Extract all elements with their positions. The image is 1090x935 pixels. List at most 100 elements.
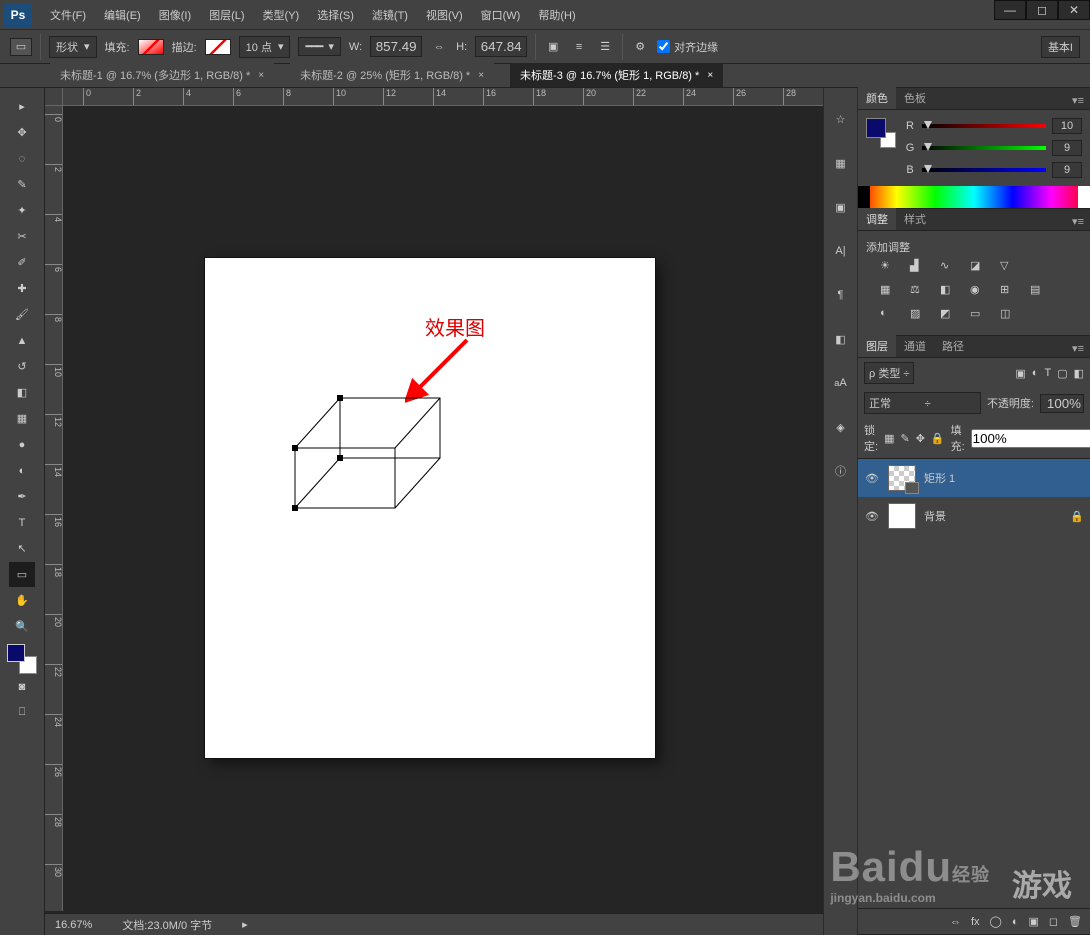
stroke-width[interactable]: 10 点▾ [239, 36, 291, 58]
link-layers-icon[interactable]: ⇔ [950, 916, 961, 928]
r-value[interactable]: 10 [1052, 118, 1082, 134]
curves-icon[interactable]: ∿ [940, 259, 960, 275]
visibility-icon[interactable]: 👁 [864, 472, 880, 485]
document-tab[interactable]: 未标题-2 @ 25% (矩形 1, RGB/8) *× [290, 63, 494, 87]
exposure-icon[interactable]: ◪ [970, 259, 990, 275]
align-edges-checkbox[interactable]: 对齐边缘 [657, 39, 718, 55]
threshold-icon[interactable]: ◩ [940, 307, 960, 323]
path-select-tool[interactable]: ↖ [9, 536, 35, 561]
status-arrow-icon[interactable]: ▸ [242, 918, 248, 931]
path-align-icon[interactable]: ≡ [570, 38, 588, 56]
move-tool[interactable]: ✥ [9, 120, 35, 145]
zoom-tool[interactable]: 🔍 [9, 614, 35, 639]
eraser-tool[interactable]: ◧ [9, 380, 35, 405]
opacity-input[interactable] [1040, 394, 1084, 413]
history-brush-tool[interactable]: ↺ [9, 354, 35, 379]
hand-tool[interactable]: ✋ [9, 588, 35, 613]
filter-pixel-icon[interactable]: ▣ [1015, 367, 1025, 380]
filter-adjust-icon[interactable]: ◐ [1032, 367, 1039, 380]
posterize-icon[interactable]: ▨ [910, 307, 930, 323]
invert-icon[interactable]: ◐ [880, 307, 900, 323]
layer-filter-select[interactable]: ρ 类型 ÷ [864, 362, 914, 384]
gear-icon[interactable]: ⚙ [631, 38, 649, 56]
brightness-icon[interactable]: ☀ [880, 259, 900, 275]
info-icon[interactable]: ⓘ [830, 460, 852, 482]
shape-mode-select[interactable]: 形状▾ [49, 36, 97, 58]
menu-w[interactable]: 窗口(W) [473, 3, 529, 27]
close-button[interactable]: ✕ [1058, 0, 1090, 20]
mixer-icon[interactable]: ⊞ [1000, 283, 1020, 299]
marquee-tool[interactable]: ◌ [9, 146, 35, 171]
tab-color[interactable]: 颜色 [858, 87, 896, 109]
b-slider[interactable] [922, 165, 1046, 175]
navigator-icon[interactable]: ◈ [830, 416, 852, 438]
hue-icon[interactable]: ▦ [880, 283, 900, 299]
quickmask-tool[interactable]: ◙ [9, 674, 35, 699]
menu-y[interactable]: 类型(Y) [255, 3, 308, 27]
g-value[interactable]: 9 [1052, 140, 1082, 156]
spectrum-bar[interactable] [858, 186, 1090, 208]
layer-row[interactable]: 👁背景🔒 [858, 497, 1090, 535]
delete-icon[interactable]: 🗑 [1068, 915, 1082, 928]
filter-smart-icon[interactable]: ◧ [1074, 367, 1084, 380]
lock-brush-icon[interactable]: ✎ [900, 432, 909, 445]
layer-name[interactable]: 背景 [924, 508, 1062, 524]
actions-icon[interactable]: ▦ [830, 152, 852, 174]
document-tab[interactable]: 未标题-3 @ 16.7% (矩形 1, RGB/8) *× [510, 63, 723, 87]
adjust-layer-icon[interactable]: ◐ [1012, 916, 1019, 928]
pen-tool[interactable]: ✒ [9, 484, 35, 509]
mask-icon[interactable]: ◯ [990, 915, 1002, 928]
color-fgbg-icon[interactable] [866, 118, 896, 148]
tab-layers[interactable]: 图层 [858, 335, 896, 357]
magic-wand-tool[interactable]: ✦ [9, 198, 35, 223]
tab-close-icon[interactable]: × [478, 70, 484, 81]
lookup-icon[interactable]: ▤ [1030, 283, 1050, 299]
menu-e[interactable]: 编辑(E) [96, 3, 149, 27]
fill-input[interactable] [971, 429, 1090, 448]
tab-swatches[interactable]: 色板 [896, 87, 934, 109]
vibrance-icon[interactable]: ▽ [1000, 259, 1020, 275]
filter-text-icon[interactable]: T [1044, 367, 1051, 380]
eyedropper-tool[interactable]: ✐ [9, 250, 35, 275]
stroke-swatch[interactable] [205, 39, 231, 55]
brush-tool[interactable]: 🖌 [9, 302, 35, 327]
expand-icon[interactable]: ▸ [9, 94, 35, 119]
path-arrange-icon[interactable]: ☰ [596, 38, 614, 56]
height-input[interactable] [475, 36, 527, 57]
layer-thumb[interactable] [888, 503, 916, 529]
document-tab[interactable]: 未标题-1 @ 16.7% (多边形 1, RGB/8) *× [50, 63, 274, 87]
menu-l[interactable]: 图层(L) [201, 3, 252, 27]
layer-name[interactable]: 矩形 1 [924, 470, 1084, 486]
tool-preset-icon[interactable]: ▭ [10, 38, 32, 56]
lock-all-icon[interactable]: 🔒 [931, 432, 945, 445]
tab-close-icon[interactable]: × [258, 70, 264, 81]
rectangle-tool[interactable]: ▭ [9, 562, 35, 587]
canvas-area[interactable]: 0246810121416182022242628 02468101214161… [45, 88, 823, 935]
lock-move-icon[interactable]: ✥ [916, 432, 925, 445]
gradmap-icon[interactable]: ▭ [970, 307, 990, 323]
menu-f[interactable]: 文件(F) [42, 3, 94, 27]
balance-icon[interactable]: ⚖ [910, 283, 930, 299]
menu-v[interactable]: 视图(V) [418, 3, 471, 27]
fx-icon[interactable]: fx [971, 916, 980, 928]
new-layer-icon[interactable]: ◻ [1049, 915, 1058, 928]
blend-mode-select[interactable]: 正常 ÷ [864, 392, 981, 414]
cube-shape[interactable] [285, 388, 455, 528]
r-slider[interactable] [922, 121, 1046, 131]
panel-menu-icon[interactable]: ▾≡ [1066, 92, 1090, 109]
workspace-button[interactable]: 基本I [1041, 36, 1080, 58]
layer-row[interactable]: 👁 矩形 1 [858, 459, 1090, 497]
artboard[interactable]: 效果图 [205, 258, 655, 758]
g-slider[interactable] [922, 143, 1046, 153]
group-icon[interactable]: ▣ [1028, 915, 1038, 928]
lock-trans-icon[interactable]: ▦ [884, 432, 894, 445]
menu-i[interactable]: 图像(I) [151, 3, 199, 27]
selective-icon[interactable]: ◫ [1000, 307, 1020, 323]
tab-paths[interactable]: 路径 [934, 335, 972, 357]
character-icon[interactable]: A| [830, 240, 852, 262]
panel-menu-icon[interactable]: ▾≡ [1066, 340, 1090, 357]
link-icon[interactable]: ⇔ [430, 38, 448, 56]
tab-styles[interactable]: 样式 [896, 208, 934, 230]
zoom-level[interactable]: 16.67% [55, 919, 92, 931]
menu-t[interactable]: 滤镜(T) [364, 3, 416, 27]
